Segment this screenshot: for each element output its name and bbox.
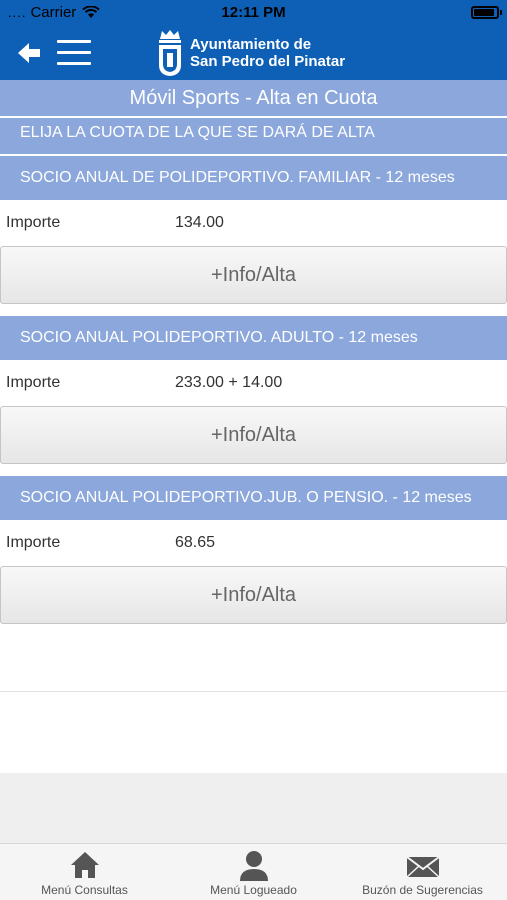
- app-header: Ayuntamiento de San Pedro del Pinatar: [0, 26, 507, 80]
- quota-amount-row: Importe 134.00: [0, 200, 507, 246]
- hamburger-icon-line: [57, 40, 91, 43]
- town-hall-logo: Ayuntamiento de San Pedro del Pinatar: [156, 28, 356, 78]
- tab-bar: Menú Consultas Menú Logueado Buzón de Su…: [0, 843, 507, 900]
- quota-title: SOCIO ANUAL POLIDEPORTIVO. ADULTO - 12 m…: [0, 316, 507, 360]
- user-icon: [239, 851, 268, 881]
- tab-menu-consultas[interactable]: Menú Consultas: [0, 844, 169, 900]
- amount-value: 68.65: [175, 534, 216, 551]
- tab-menu-logueado[interactable]: Menú Logueado: [169, 844, 338, 900]
- hamburger-icon-line: [57, 62, 91, 65]
- page-title: Móvil Sports - Alta en Cuota: [0, 80, 507, 116]
- coat-of-arms-icon: [159, 30, 181, 76]
- quota-title: SOCIO ANUAL DE POLIDEPORTIVO. FAMILIAR -…: [0, 156, 507, 200]
- amount-label: Importe: [6, 534, 61, 551]
- hamburger-icon-line: [57, 51, 91, 54]
- quota-item: SOCIO ANUAL POLIDEPORTIVO.JUB. O PENSIO.…: [0, 476, 507, 624]
- envelope-icon: [405, 856, 440, 878]
- info-alta-button[interactable]: +Info/Alta: [0, 566, 507, 624]
- footer-spacer: [0, 773, 507, 843]
- battery-icon: [471, 6, 502, 19]
- home-icon: [70, 852, 99, 878]
- status-bar: .... Carrier 12:11 PM: [0, 0, 507, 26]
- amount-value: 134.00: [175, 214, 224, 231]
- amount-value: 233.00 + 14.00: [175, 374, 283, 391]
- amount-label: Importe: [6, 214, 61, 231]
- quota-item: SOCIO ANUAL POLIDEPORTIVO. ADULTO - 12 m…: [0, 316, 507, 464]
- logo-text-line2: San Pedro del Pinatar: [190, 53, 346, 70]
- info-alta-button[interactable]: +Info/Alta: [0, 246, 507, 304]
- menu-button[interactable]: [57, 40, 91, 66]
- info-alta-button[interactable]: +Info/Alta: [0, 406, 507, 464]
- back-button[interactable]: [18, 42, 42, 64]
- status-time: 12:11 PM: [221, 4, 286, 21]
- quota-amount-row: Importe 233.00 + 14.00: [0, 360, 507, 406]
- tab-label: Menú Consultas: [41, 883, 128, 897]
- quota-list: SOCIO ANUAL DE POLIDEPORTIVO. FAMILIAR -…: [0, 156, 507, 636]
- quota-item: SOCIO ANUAL DE POLIDEPORTIVO. FAMILIAR -…: [0, 156, 507, 304]
- instruction-text: ELIJA LA CUOTA DE LA QUE SE DARÁ DE ALTA: [0, 118, 507, 154]
- divider: [0, 691, 507, 692]
- amount-label: Importe: [6, 374, 61, 391]
- tab-label: Buzón de Sugerencias: [362, 883, 483, 897]
- quota-title: SOCIO ANUAL POLIDEPORTIVO.JUB. O PENSIO.…: [0, 476, 507, 520]
- tab-label: Menú Logueado: [210, 883, 297, 897]
- quota-amount-row: Importe 68.65: [0, 520, 507, 566]
- logo-text-line1: Ayuntamiento de: [190, 36, 312, 53]
- arrow-left-icon: [18, 43, 40, 63]
- tab-buzon-sugerencias[interactable]: Buzón de Sugerencias: [338, 844, 507, 900]
